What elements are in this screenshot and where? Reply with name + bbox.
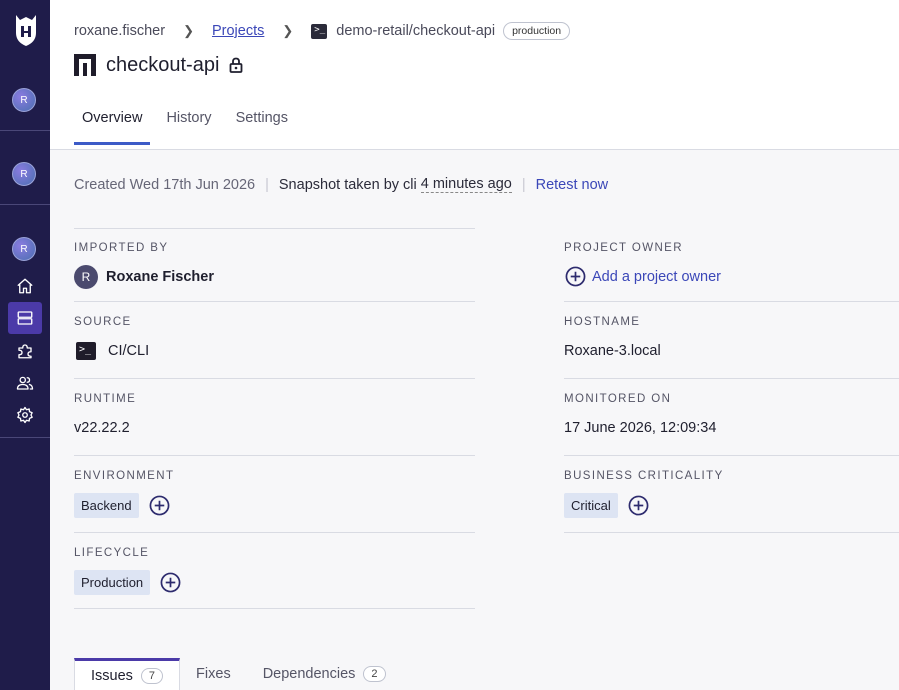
snapshot-info: Snapshot taken by cli [278,176,417,193]
project-owner-label: PROJECT OWNER [564,242,683,254]
org-avatar[interactable]: R [12,88,36,112]
source-label: SOURCE [74,316,132,328]
lifecycle-value: Production [74,570,181,595]
members-icon [16,376,34,390]
sidebar-divider [0,204,50,205]
tab-overview[interactable]: Overview [74,110,151,145]
chevron-right-icon: ❯ [183,23,194,38]
environment-badge: production [503,22,571,40]
monitored-on-label: MONITORED ON [564,393,672,405]
separator: | [265,176,269,193]
tab-dependencies[interactable]: Dependencies 2 [247,658,402,690]
divider [564,378,899,379]
criticality-tag[interactable]: Critical [564,493,618,518]
snapshot-meta: Created Wed 17th Jun 2026 | Snapshot tak… [74,176,608,193]
logo-icon[interactable] [13,13,39,47]
chevron-right-icon: ❯ [282,23,294,38]
sidebar-item-integrations[interactable] [10,336,40,366]
avatar: R [74,265,98,289]
tab-settings[interactable]: Settings [228,110,296,145]
content-area [50,150,899,690]
sidebar-divider [0,437,50,438]
divider [74,608,475,609]
business-criticality-label: BUSINESS CRITICALITY [564,470,724,482]
tab-bar: Overview History Settings [74,110,304,145]
imported-by-name: Roxane Fischer [106,269,214,285]
tab-fixes[interactable]: Fixes [180,658,247,690]
page-title: checkout-api [106,53,220,76]
sidebar: R R R [0,0,50,690]
hostname-label: HOSTNAME [564,316,641,328]
environment-value: Backend [74,493,170,518]
hostname-value: Roxane-3.local [564,343,661,359]
divider [74,228,475,229]
project-type-icon [74,54,96,76]
settings-icon [17,406,33,424]
integrations-icon [18,344,32,359]
add-environment-icon[interactable] [149,495,170,516]
add-owner-button[interactable]: Add a project owner [565,266,721,287]
breadcrumb-projects[interactable]: Projects [212,23,264,39]
environment-label: ENVIRONMENT [74,470,175,482]
tab-issues-label: Issues [91,667,133,684]
add-criticality-icon[interactable] [628,495,649,516]
snapshot-time[interactable]: 4 minutes ago [420,176,512,193]
tab-dependencies-label: Dependencies [262,666,356,682]
add-owner-icon [565,266,586,287]
home-icon [17,278,33,294]
issues-tab-bar: Issues 7 Fixes Dependencies 2 [74,658,402,690]
created-date: Created Wed 17th Jun 2026 [74,176,256,193]
sidebar-divider [0,130,50,131]
dependencies-count-badge: 2 [363,666,386,682]
lock-icon [230,57,243,73]
divider [74,455,475,456]
lifecycle-label: LIFECYCLE [74,547,150,559]
imported-by-label: IMPORTED BY [74,242,169,254]
business-criticality-value: Critical [564,493,649,518]
sidebar-item-projects[interactable] [8,302,42,334]
page-title-row: checkout-api [74,51,243,79]
separator: | [521,176,526,193]
breadcrumb: roxane.fischer ❯ Projects ❯ >_ demo-reta… [74,21,571,41]
tab-history[interactable]: History [158,110,219,145]
imported-by-value: R Roxane Fischer [74,265,214,289]
monitored-on-value: 17 June 2026, 12:09:34 [564,420,717,436]
divider [564,455,899,456]
breadcrumb-org[interactable]: roxane.fischer [74,23,165,39]
sidebar-item-members[interactable] [10,368,40,398]
divider [564,301,899,302]
user-avatar[interactable]: R [12,237,36,261]
add-owner-label: Add a project owner [592,268,721,285]
runtime-label: RUNTIME [74,393,137,405]
divider [74,301,475,302]
terminal-icon: >_ [76,342,96,360]
terminal-icon: >_ [311,23,328,39]
sidebar-item-home[interactable] [10,271,40,301]
tab-issues[interactable]: Issues 7 [74,658,181,690]
divider [74,378,475,379]
runtime-value: v22.22.2 [74,420,130,436]
divider [74,532,475,533]
lifecycle-tag[interactable]: Production [74,570,151,595]
group-avatar[interactable]: R [12,162,36,186]
source-value: >_ CI/CLI [76,342,149,360]
issues-count-badge: 7 [140,667,164,684]
divider [564,532,899,533]
add-lifecycle-icon[interactable] [160,572,181,593]
tab-fixes-label: Fixes [196,666,231,682]
projects-icon [17,311,33,325]
source-text: CI/CLI [108,343,150,359]
environment-tag[interactable]: Backend [74,493,139,518]
breadcrumb-target[interactable]: demo-retail/checkout-api [336,23,495,39]
retest-link[interactable]: Retest now [536,177,609,193]
sidebar-item-settings[interactable] [10,400,40,430]
